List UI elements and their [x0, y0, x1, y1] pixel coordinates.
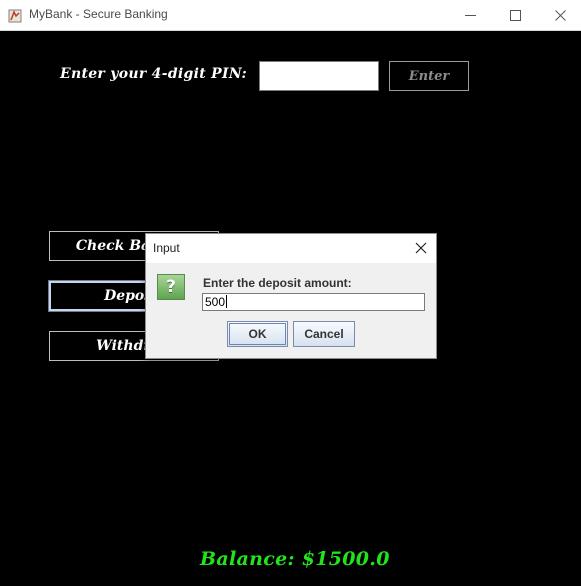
input-dialog: Input ? Enter the deposit amount: 500 OK… [145, 233, 437, 359]
minimize-icon [464, 15, 476, 16]
maximize-button[interactable] [492, 0, 538, 31]
pin-input[interactable] [259, 61, 379, 91]
close-icon [415, 242, 427, 254]
dialog-prompt: Enter the deposit amount: [203, 276, 352, 290]
minimize-button[interactable] [447, 0, 493, 31]
enter-button[interactable]: Enter [389, 61, 469, 91]
window-titlebar: MyBank - Secure Banking [0, 0, 581, 31]
dialog-title: Input [153, 241, 180, 255]
app-icon [8, 8, 22, 23]
maximize-icon [509, 10, 521, 21]
pin-label: Enter your 4-digit PIN: [60, 66, 247, 82]
deposit-amount-value: 500 [205, 295, 226, 309]
dialog-close-button[interactable] [412, 239, 430, 257]
balance-label: Balance: $1500.0 [200, 548, 390, 570]
deposit-amount-input[interactable]: 500 [202, 293, 425, 311]
close-icon [554, 10, 566, 21]
question-icon: ? [157, 274, 185, 300]
dialog-titlebar: Input [146, 234, 436, 263]
close-button[interactable] [537, 0, 581, 31]
cancel-button[interactable]: Cancel [293, 321, 355, 347]
ok-button[interactable]: OK [227, 321, 288, 347]
window-title: MyBank - Secure Banking [29, 7, 168, 21]
text-caret [226, 295, 228, 308]
